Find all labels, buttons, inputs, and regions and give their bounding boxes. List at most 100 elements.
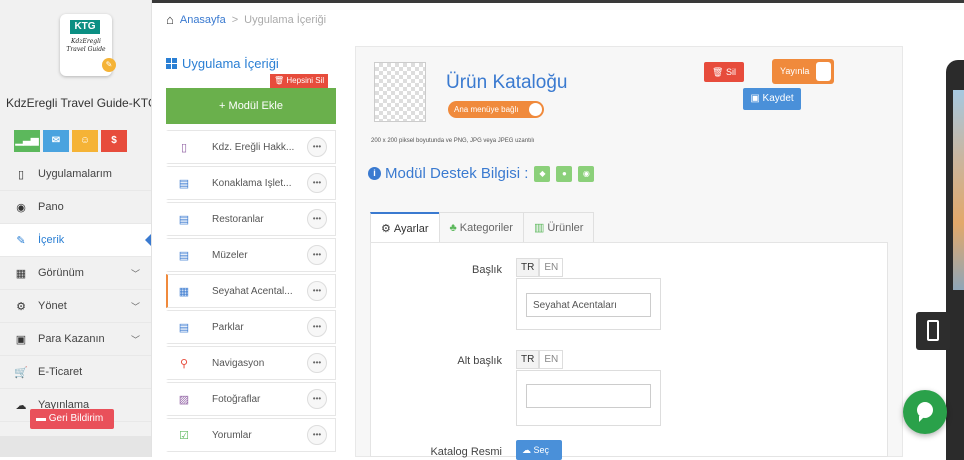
module-item-reviews[interactable]: ☑ Yorumlar ••• — [166, 418, 336, 452]
module-item-photos[interactable]: ▨ Fotoğraflar ••• — [166, 382, 336, 416]
delete-button[interactable]: 🗑 Sil — [704, 62, 744, 82]
edit-icon: ✎ — [16, 234, 26, 247]
mail-icon[interactable]: ✉ — [43, 130, 69, 152]
edit-pencil-icon[interactable]: ✎ — [102, 58, 116, 72]
catalog-image-label: Katalog Resmi — [430, 446, 502, 458]
lang-tab-en[interactable]: EN — [539, 258, 564, 277]
image-size-note: 200 x 200 piksel boyutunda ve PNG, JPG v… — [371, 138, 535, 144]
more-options-icon[interactable]: ••• — [307, 137, 327, 157]
more-options-icon[interactable]: ••• — [307, 317, 327, 337]
module-label: Seyahat Acental... — [212, 285, 293, 297]
chat-button[interactable] — [903, 390, 947, 434]
app-icon[interactable]: KTG KdzEregli Travel Guide ✎ — [60, 14, 116, 76]
info-icon: i — [368, 167, 381, 180]
feedback-label: Geri Bildirim — [48, 413, 104, 424]
publish-toggle[interactable]: Yayınla — [772, 59, 834, 84]
app-name: KdzEregli Travel Guide-KTG — [6, 96, 152, 110]
dollar-icon[interactable]: $ — [101, 130, 127, 152]
gears-icon: ⚙ — [16, 300, 26, 313]
more-options-icon[interactable]: ••• — [307, 425, 327, 445]
editor-tabs: ⚙ Ayarlar ♣ Kategoriler ▥ Ürünler — [370, 212, 595, 242]
sidebar: KTG KdzEregli Travel Guide ✎ KdzEregli T… — [0, 0, 152, 457]
sidebar-item-content[interactable]: ✎ İçerik — [0, 224, 151, 257]
map-pin-icon: ⚲ — [179, 357, 189, 370]
chevron-down-icon: ﹀ — [130, 268, 140, 279]
more-options-icon[interactable]: ••• — [307, 245, 327, 265]
choose-label: Seç — [533, 445, 550, 455]
trash-icon: 🗑 — [712, 67, 724, 77]
mobile-phone-icon — [927, 320, 939, 341]
add-module-button[interactable]: + Modül Ekle — [166, 88, 336, 124]
image-icon: ▨ — [178, 393, 190, 406]
delete-all-button[interactable]: 🗑 Hepsini Sil — [270, 74, 329, 88]
more-options-icon[interactable]: ••• — [307, 173, 327, 193]
sidebar-item-dashboard[interactable]: ◉ Pano — [0, 191, 151, 224]
money-icon: ▣ — [15, 333, 27, 346]
module-item-restaurants[interactable]: ▤ Restoranlar ••• — [166, 202, 336, 236]
choose-image-button[interactable]: ☁ Seç — [516, 440, 562, 460]
module-image-placeholder[interactable] — [374, 62, 426, 122]
page-title: Ürün Kataloğu — [446, 72, 568, 93]
module-item-travel-agencies[interactable]: ▦ Seyahat Acental... ••• — [166, 274, 336, 308]
breadcrumb-separator: > — [231, 13, 239, 26]
android-icon[interactable]: ◆ — [534, 165, 551, 182]
module-item-accommodation[interactable]: ▤ Konaklama İşlet... ••• — [166, 166, 336, 200]
subtitle-label: Alt başlık — [457, 355, 502, 367]
user-icon[interactable]: ☺ — [72, 130, 98, 152]
lang-tab-tr[interactable]: TR — [516, 350, 540, 369]
apple-icon[interactable]: ● — [556, 165, 573, 182]
eye-icon[interactable]: ◉ — [578, 165, 595, 182]
tab-products[interactable]: ▥ Ürünler — [522, 212, 595, 242]
sidebar-item-label: İçerik — [38, 234, 65, 246]
stats-icon[interactable]: ▁▃▅ — [14, 130, 40, 152]
upload-icon: ☁ — [522, 445, 531, 455]
breadcrumb-current: Uygulama İçeriği — [244, 13, 327, 26]
sidebar-item-ecommerce[interactable]: 🛒 E-Ticaret — [0, 356, 151, 389]
module-list: ▯ Kdz. Ereğli Hakk... ••• ▤ Konaklama İş… — [166, 130, 336, 454]
save-icon: ▣ — [750, 93, 760, 104]
phone-icon: ▯ — [17, 168, 25, 181]
main-menu-toggle[interactable]: Ana menüye bağlı — [448, 101, 544, 118]
tab-label: Ürünler — [547, 222, 584, 234]
subtitle-lang-tabs: TR EN — [516, 350, 564, 369]
top-bar — [150, 0, 964, 3]
sidebar-item-monetize[interactable]: ▣ Para Kazanın ﹀ — [0, 323, 151, 356]
list-icon: ▤ — [178, 177, 190, 190]
checkbox-icon: ☑ — [179, 429, 189, 442]
more-options-icon[interactable]: ••• — [307, 281, 327, 301]
module-support-info: i Modül Destek Bilgisi : ◆ ● ◉ — [368, 165, 595, 182]
feedback-button[interactable]: ▬ Geri Bildirim — [30, 409, 114, 429]
tab-categories[interactable]: ♣ Kategoriler — [438, 212, 524, 242]
sidebar-item-label: Yönet — [38, 300, 67, 312]
module-item-museums[interactable]: ▤ Müzeler ••• — [166, 238, 336, 272]
module-item-parks[interactable]: ▤ Parklar ••• — [166, 310, 336, 344]
modules-title: Uygulama İçeriği — [166, 56, 279, 71]
sidebar-item-manage[interactable]: ⚙ Yönet ﹀ — [0, 290, 151, 323]
sidebar-item-applications[interactable]: ▯ Uygulamalarım — [0, 158, 151, 191]
delete-label: Sil — [725, 67, 736, 77]
subtitle-input[interactable] — [526, 384, 651, 408]
more-options-icon[interactable]: ••• — [307, 353, 327, 373]
breadcrumb-home[interactable]: Anasayfa — [180, 14, 226, 26]
lang-tab-en[interactable]: EN — [539, 350, 564, 369]
module-label: Fotoğraflar — [212, 393, 261, 405]
sidebar-item-label: E-Ticaret — [38, 366, 83, 378]
save-button[interactable]: ▣ Kaydet — [743, 88, 801, 110]
toggle-knob — [529, 103, 542, 116]
module-label: Parklar — [212, 321, 244, 333]
module-item-about[interactable]: ▯ Kdz. Ereğli Hakk... ••• — [166, 130, 336, 164]
phone-icon: ▯ — [180, 141, 188, 154]
more-options-icon[interactable]: ••• — [307, 389, 327, 409]
grid-icon: ▦ — [15, 267, 27, 280]
module-item-navigation[interactable]: ⚲ Navigasyon ••• — [166, 346, 336, 380]
lang-tab-tr[interactable]: TR — [516, 258, 540, 277]
tab-settings[interactable]: ⚙ Ayarlar — [370, 212, 440, 242]
device-preview-button[interactable] — [916, 312, 950, 350]
columns-icon: ▥ — [533, 222, 545, 234]
home-icon[interactable]: ⌂ — [166, 12, 174, 27]
sitemap-icon: ♣ — [449, 222, 457, 234]
sidebar-item-appearance[interactable]: ▦ Görünüm ﹀ — [0, 257, 151, 290]
title-input[interactable] — [526, 293, 651, 317]
sidebar-item-label: Para Kazanın — [38, 333, 105, 345]
more-options-icon[interactable]: ••• — [307, 209, 327, 229]
